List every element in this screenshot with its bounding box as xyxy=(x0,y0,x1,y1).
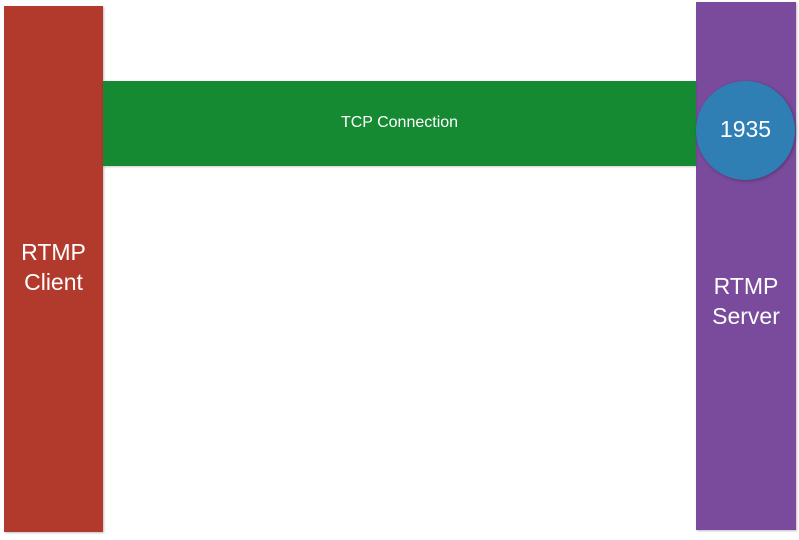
tcp-connection-label: TCP Connection xyxy=(340,113,459,131)
rtmp-server-label-line1: RTMP xyxy=(713,273,779,299)
port-circle: 1935 xyxy=(696,81,795,180)
rtmp-client-label: RTMP Client xyxy=(21,237,86,297)
tcp-connection-bar: TCP Connection xyxy=(103,81,696,166)
rtmp-client-label-line2: Client xyxy=(24,269,83,295)
port-number-label: 1935 xyxy=(719,116,772,142)
rtmp-client-pillar: RTMP Client xyxy=(4,6,103,532)
rtmp-client-label-line1: RTMP xyxy=(21,239,86,265)
rtmp-server-label-line2: Server xyxy=(712,303,780,329)
rtmp-server-label: RTMP Server xyxy=(712,271,780,331)
